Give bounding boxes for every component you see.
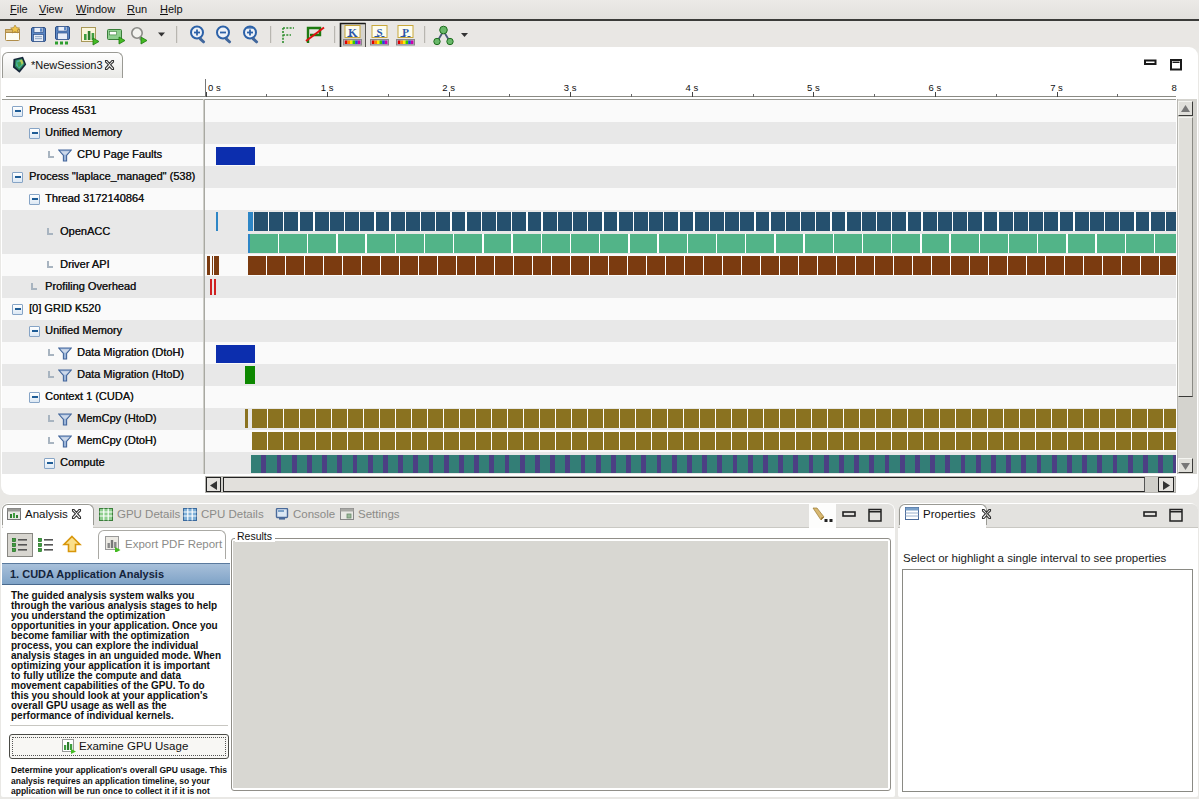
svg-text:P: P [402, 26, 409, 38]
svg-text:K: K [348, 26, 357, 38]
svg-text:S: S [376, 26, 382, 38]
